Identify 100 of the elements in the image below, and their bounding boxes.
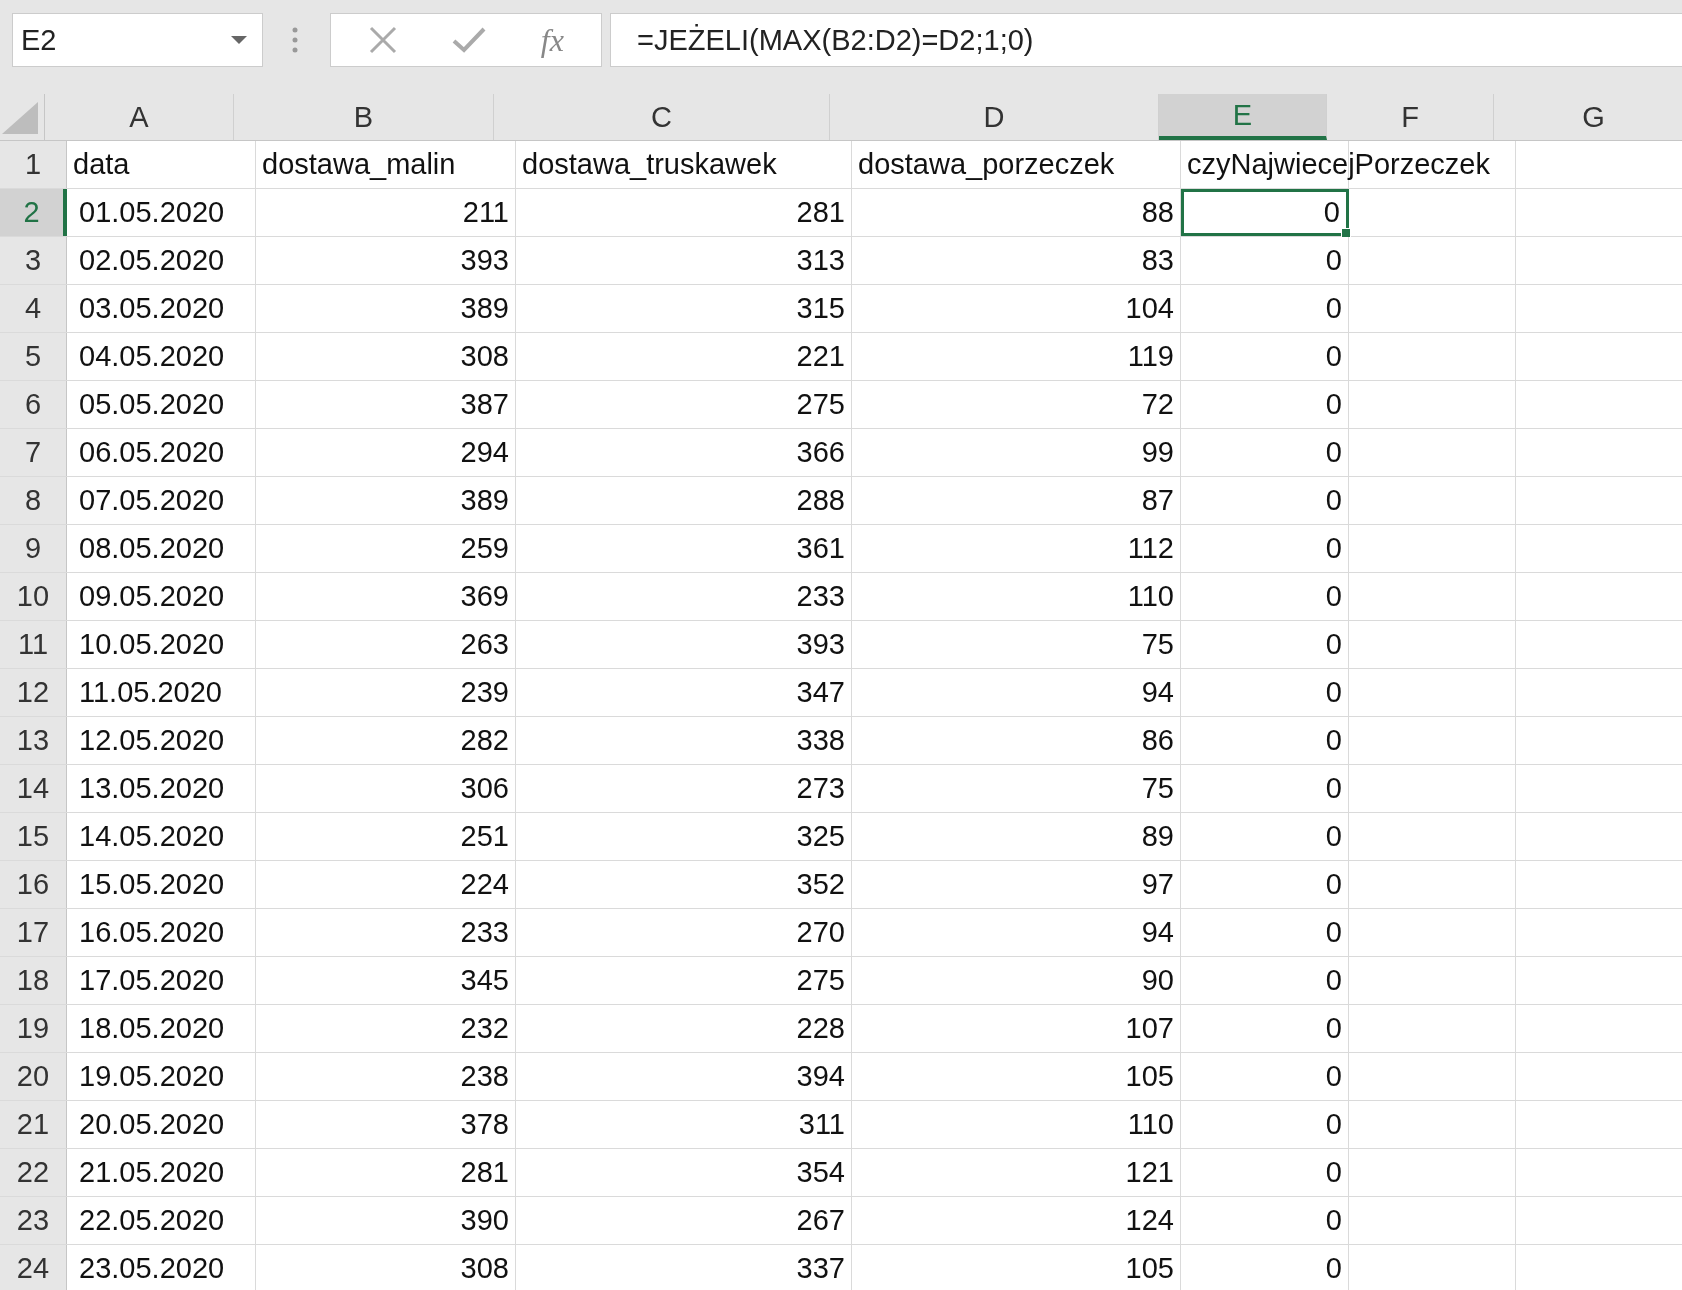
table-cell: 20.05.2020 [79, 1108, 225, 1141]
column-header[interactable]: G [1494, 94, 1682, 140]
table-cell: 18.05.2020 [79, 1012, 225, 1045]
table-cell: 02.05.2020 [79, 244, 225, 277]
table-cell: 0 [1325, 1204, 1342, 1237]
table-cell: 337 [796, 1252, 845, 1285]
table-cell: 354 [796, 1156, 845, 1189]
table-cell: 389 [460, 292, 509, 325]
table-cell: 94 [1141, 676, 1174, 709]
table-cell: 75 [1141, 628, 1174, 661]
table-cell: 282 [460, 724, 509, 757]
table-cell: 86 [1141, 724, 1174, 757]
table-cell: 105 [1125, 1252, 1174, 1285]
row-header[interactable]: 15 [0, 813, 67, 860]
row-header[interactable]: 20 [0, 1053, 67, 1100]
table-cell: 09.05.2020 [79, 580, 225, 613]
row-header[interactable]: 13 [0, 717, 67, 764]
table-cell: 393 [460, 244, 509, 277]
row-header[interactable]: 1 [0, 141, 67, 188]
table-cell: 352 [796, 868, 845, 901]
table-cell: 94 [1141, 916, 1174, 949]
table-cell: 0 [1325, 1156, 1342, 1189]
table-cell: 01.05.2020 [79, 196, 225, 229]
row-header[interactable]: 16 [0, 861, 67, 908]
row-header[interactable]: 14 [0, 765, 67, 812]
cancel-icon[interactable] [368, 25, 399, 55]
table-cell: 345 [460, 964, 509, 997]
table-cell: 311 [798, 1108, 845, 1141]
table-cell: 0 [1325, 484, 1342, 517]
table-cell: 08.05.2020 [79, 532, 225, 565]
row-header[interactable]: 24 [0, 1245, 67, 1290]
row-header[interactable]: 2 [0, 189, 67, 236]
table-cell: 0 [1325, 244, 1342, 277]
table-cell: 12.05.2020 [79, 724, 225, 757]
row-header[interactable]: 8 [0, 477, 67, 524]
row-header[interactable]: 21 [0, 1101, 67, 1148]
column-header[interactable]: E [1159, 94, 1327, 140]
column-header[interactable]: C [494, 94, 830, 140]
table-cell: 112 [1127, 532, 1174, 565]
table-cell: 06.05.2020 [79, 436, 225, 469]
table-cell: 389 [460, 484, 509, 517]
row-header[interactable]: 17 [0, 909, 67, 956]
table-cell: 306 [460, 772, 509, 805]
table-cell: 281 [460, 1156, 509, 1189]
table-cell: dostawa_porzeczek [858, 148, 1115, 181]
table-cell: 104 [1125, 292, 1174, 325]
column-header[interactable]: F [1327, 94, 1494, 140]
table-cell: 75 [1141, 772, 1174, 805]
row-header[interactable]: 10 [0, 573, 67, 620]
table-cell: 10.05.2020 [79, 628, 225, 661]
column-header[interactable]: A [45, 94, 234, 140]
table-cell: 0 [1325, 1252, 1342, 1285]
row-header[interactable]: 12 [0, 669, 67, 716]
insert-function-button[interactable]: fx [540, 21, 564, 59]
select-all-button[interactable] [0, 94, 45, 140]
row-header[interactable]: 9 [0, 525, 67, 572]
table-cell: 90 [1141, 964, 1174, 997]
table-cell: 275 [796, 964, 845, 997]
table-cell: 13.05.2020 [79, 772, 225, 805]
column-header[interactable]: B [234, 94, 494, 140]
table-cell: 0 [1325, 388, 1342, 421]
row-header[interactable]: 5 [0, 333, 67, 380]
table-cell: 394 [796, 1060, 845, 1093]
table-cell: 387 [460, 388, 509, 421]
table-cell: 89 [1141, 820, 1174, 853]
more-options-icon[interactable] [292, 26, 298, 54]
table-cell: 270 [796, 916, 845, 949]
table-cell: 0 [1325, 868, 1342, 901]
table-cell: 0 [1325, 628, 1342, 661]
table-cell: 03.05.2020 [79, 292, 225, 325]
table-cell: 97 [1141, 868, 1174, 901]
table-cell: 263 [460, 628, 509, 661]
name-box[interactable]: E2 [12, 13, 263, 67]
row-header[interactable]: 19 [0, 1005, 67, 1052]
table-cell: 88 [1141, 196, 1174, 229]
formula-field[interactable]: =JEŻELI(MAX(B2:D2)=D2;1;0) [610, 13, 1682, 67]
table-cell: czyNajwiecejPorzeczek [1187, 148, 1490, 181]
table-cell: 0 [1325, 676, 1342, 709]
table-cell: 05.05.2020 [79, 388, 225, 421]
table-cell: 0 [1325, 436, 1342, 469]
row-header[interactable]: 3 [0, 237, 67, 284]
fill-handle[interactable] [1341, 228, 1351, 238]
row-header[interactable]: 11 [0, 621, 67, 668]
table-cell: 0 [1325, 916, 1342, 949]
table-cell: 04.05.2020 [79, 340, 225, 373]
table-cell: 390 [460, 1204, 509, 1237]
row-header[interactable]: 7 [0, 429, 67, 476]
table-cell: 87 [1141, 484, 1174, 517]
table-cell: 14.05.2020 [79, 820, 225, 853]
table-cell: 0 [1325, 292, 1342, 325]
table-cell: 0 [1325, 820, 1342, 853]
table-cell: 313 [796, 244, 845, 277]
row-header[interactable]: 6 [0, 381, 67, 428]
row-header[interactable]: 22 [0, 1149, 67, 1196]
row-header[interactable]: 18 [0, 957, 67, 1004]
table-cell: 21.05.2020 [79, 1156, 225, 1189]
check-icon[interactable] [452, 27, 487, 53]
table-cell: 325 [796, 820, 845, 853]
row-header[interactable]: 4 [0, 285, 67, 332]
row-header[interactable]: 23 [0, 1197, 67, 1244]
